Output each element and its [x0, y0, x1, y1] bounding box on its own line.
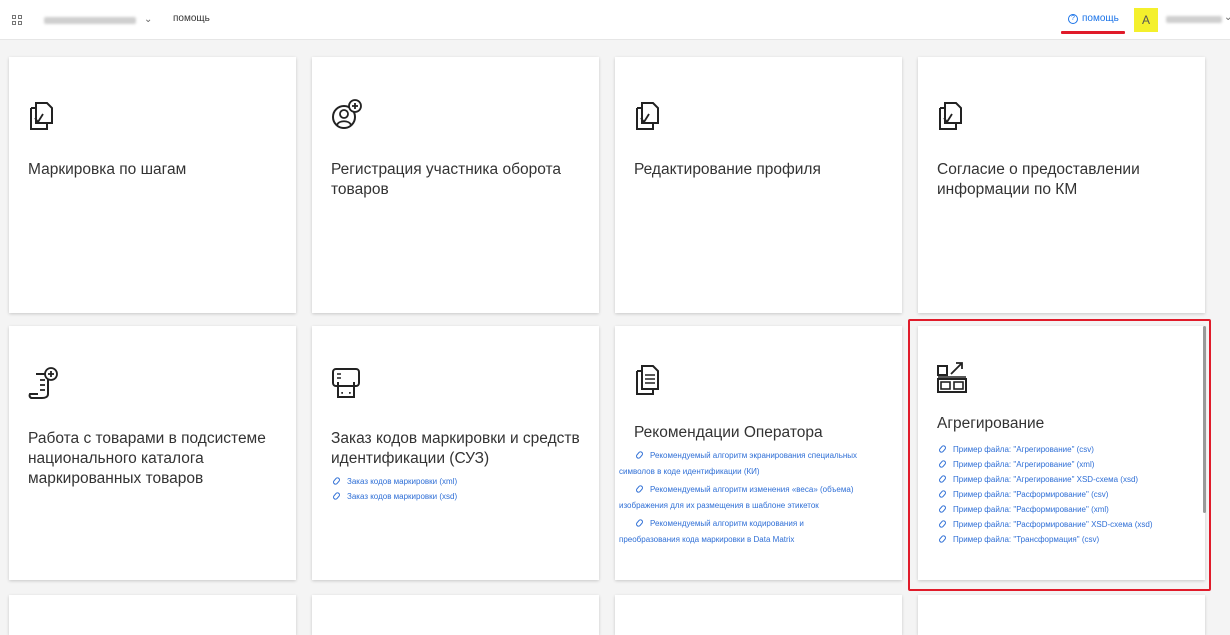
paperclip-icon [938, 519, 947, 529]
card-participant-registration[interactable]: Регистрация участника оборота товаров [312, 57, 599, 313]
download-link[interactable]: Пример файла: "Расформирование" (xml) [938, 504, 1153, 515]
download-link[interactable]: Пример файла: "Агрегирование" (xml) [938, 459, 1153, 470]
paperclip-icon [938, 444, 947, 454]
user-add-icon [332, 99, 362, 129]
card-row3-1[interactable] [9, 595, 296, 635]
paperclip-icon [332, 476, 341, 486]
chevron-down-icon: ⌄ [144, 14, 153, 25]
paperclip-icon [635, 450, 644, 460]
card-links: Заказ кодов маркировки (xml) Заказ кодов… [332, 476, 457, 507]
card-title: Заказ кодов маркировки и средств идентиф… [331, 430, 580, 467]
top-bar: ⌄ помощь ? помощь А ⌄ [0, 0, 1230, 40]
documents-icon [636, 365, 659, 395]
paperclip-icon [332, 491, 341, 501]
document-check-icon [30, 102, 53, 130]
download-link[interactable]: Пример файла: "Агрегирование" (csv) [938, 444, 1153, 455]
help-circle-icon: ? [1068, 13, 1078, 24]
card-profile-edit[interactable]: Редактирование профиля [615, 57, 902, 313]
card-title: Согласие о предоставлении информации по … [937, 161, 1140, 198]
download-link[interactable]: Рекомендуемый алгоритм изменения «веса» … [619, 484, 857, 511]
card-links: Рекомендуемый алгоритм экранирования спе… [619, 450, 857, 553]
card-title: Агрегирование [937, 415, 1045, 432]
card-marking-steps[interactable]: Маркировка по шагам [9, 57, 296, 313]
download-link[interactable]: Заказ кодов маркировки (xml) [332, 476, 457, 487]
paperclip-icon [938, 474, 947, 484]
organization-name-redacted [44, 16, 136, 24]
user-name-redacted[interactable] [1166, 16, 1222, 23]
avatar[interactable]: А [1134, 8, 1158, 32]
printer-icon [332, 368, 360, 398]
breadcrumb[interactable]: помощь [173, 13, 210, 24]
card-title: Редактирование профиля [634, 161, 821, 178]
card-links: Пример файла: "Агрегирование" (csv) Прим… [938, 444, 1153, 550]
organization-selector[interactable]: ⌄ [44, 12, 152, 28]
help-link[interactable]: ? помощь [1068, 13, 1119, 24]
card-title: Маркировка по шагам [28, 161, 187, 178]
card-row3-2[interactable] [312, 595, 599, 635]
paperclip-icon [938, 459, 947, 469]
document-check-icon [636, 102, 659, 130]
aggregation-icon [937, 362, 967, 393]
card-km-consent[interactable]: Согласие о предоставлении информации по … [918, 57, 1205, 313]
paperclip-icon [938, 489, 947, 499]
card-row3-4[interactable] [918, 595, 1205, 635]
card-title: Работа с товарами в подсистеме националь… [28, 430, 266, 487]
download-link[interactable]: Заказ кодов маркировки (xsd) [332, 491, 457, 502]
download-link[interactable]: Пример файла: "Расформирование" XSD-схем… [938, 519, 1153, 530]
card-title: Регистрация участника оборота товаров [331, 161, 562, 198]
download-link[interactable]: Пример файла: "Трансформация" (csv) [938, 534, 1153, 545]
help-link-label: помощь [1082, 13, 1119, 24]
help-highlight-underline [1061, 31, 1125, 34]
card-title: Рекомендации Оператора [634, 424, 823, 441]
document-check-icon [939, 102, 962, 130]
download-link[interactable]: Пример файла: "Расформирование" (csv) [938, 489, 1153, 500]
paperclip-icon [635, 518, 644, 528]
card-aggregation[interactable]: Агрегирование Пример файла: "Агрегирован… [918, 326, 1206, 580]
download-link[interactable]: Пример файла: "Агрегирование" XSD-схема … [938, 474, 1153, 485]
download-link[interactable]: Рекомендуемый алгоритм экранирования спе… [619, 450, 857, 477]
apps-grid-icon[interactable] [12, 15, 22, 25]
download-link[interactable]: Рекомендуемый алгоритм кодирования и пре… [619, 518, 857, 545]
paperclip-icon [635, 484, 644, 494]
card-suz-codes[interactable]: Заказ кодов маркировки и средств идентиф… [312, 326, 599, 580]
card-scrollbar[interactable] [1203, 326, 1206, 513]
card-national-catalog[interactable]: Работа с товарами в подсистеме националь… [9, 326, 296, 580]
paperclip-icon [938, 504, 947, 514]
card-row3-3[interactable] [615, 595, 902, 635]
user-menu-chevron-icon[interactable]: ⌄ [1224, 12, 1230, 23]
scroll-add-icon [28, 367, 58, 399]
card-operator-recommendations[interactable]: Рекомендации Оператора Рекомендуемый алг… [615, 326, 902, 580]
paperclip-icon [938, 534, 947, 544]
